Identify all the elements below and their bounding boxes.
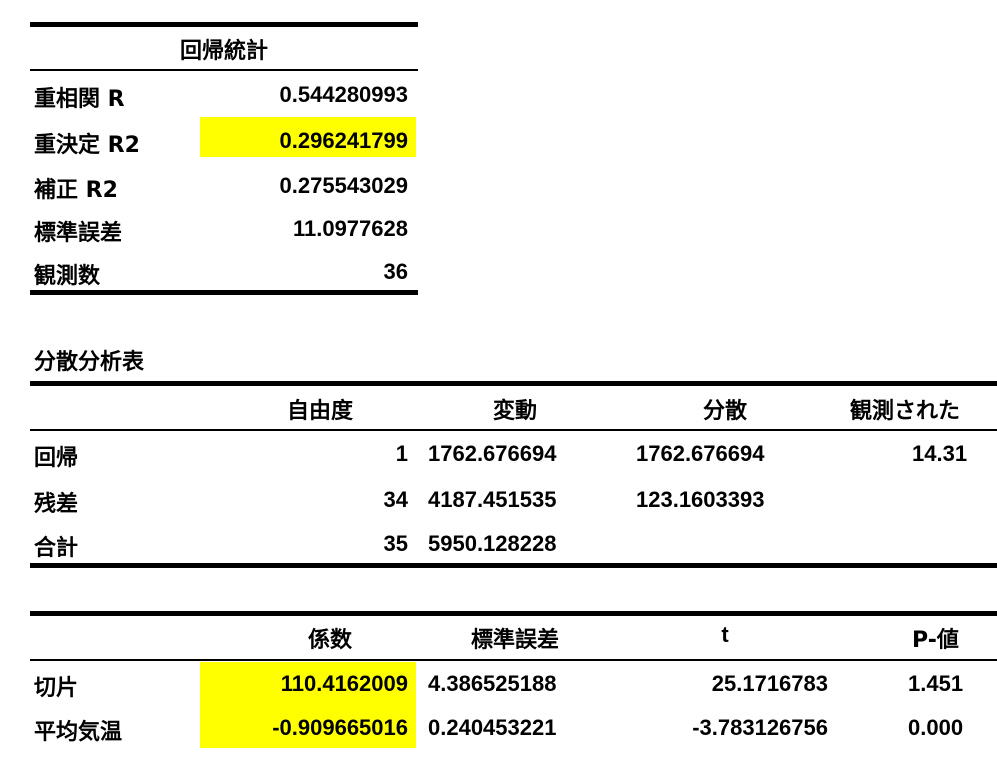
regression-stats-title: 回帰統計 bbox=[179, 39, 268, 64]
anova-header-ms: 分散 bbox=[702, 399, 747, 424]
anova-cell-ms: 1762.676694 bbox=[636, 441, 765, 466]
stat-label-r-squared: 重決定 R2 bbox=[34, 133, 140, 158]
anova-header-f: 観測された bbox=[850, 399, 961, 424]
bottom-rule bbox=[30, 290, 418, 295]
anova-section-title: 分散分析表 bbox=[34, 350, 145, 375]
coef-row-label-mean-temp: 平均気温 bbox=[34, 720, 123, 745]
stat-label-standard-error: 標準誤差 bbox=[34, 221, 123, 246]
coef-cell-t: -3.783126756 bbox=[692, 715, 828, 740]
coef-cell-standard-error: 0.240453221 bbox=[428, 715, 557, 740]
stat-value-r-squared: 0.296241799 bbox=[279, 128, 408, 153]
stat-label-adjusted-r2: 補正 R2 bbox=[34, 178, 118, 203]
stat-label-multiple-r: 重相関 R bbox=[34, 87, 125, 112]
header-rule bbox=[30, 69, 418, 71]
anova-header-ss: 変動 bbox=[492, 399, 537, 424]
top-rule bbox=[30, 22, 418, 27]
coef-header-coefficient: 係数 bbox=[307, 628, 352, 653]
coef-top-rule bbox=[30, 611, 997, 616]
coef-cell-coefficient: -0.909665016 bbox=[272, 715, 408, 740]
stat-value-adjusted-r2: 0.275543029 bbox=[279, 173, 408, 198]
anova-row-label-regression: 回帰 bbox=[34, 446, 79, 471]
coef-cell-t: 25.1716783 bbox=[711, 671, 828, 696]
coef-header-t: t bbox=[721, 622, 729, 647]
anova-cell-df: 35 bbox=[383, 531, 408, 556]
anova-bottom-rule bbox=[30, 563, 997, 568]
stat-value-observations: 36 bbox=[383, 259, 408, 284]
coef-cell-coefficient: 110.4162009 bbox=[280, 671, 408, 696]
coef-cell-p-value: 0.000 bbox=[908, 715, 964, 740]
anova-row-label-total: 合計 bbox=[34, 536, 79, 561]
coef-header-p-value: P-値 bbox=[912, 628, 959, 653]
anova-header-rule bbox=[30, 429, 997, 431]
anova-cell-df: 1 bbox=[395, 441, 408, 466]
coef-cell-p-value: 1.451 bbox=[908, 671, 964, 696]
anova-cell-ms: 123.1603393 bbox=[636, 487, 765, 512]
coef-row-label-intercept: 切片 bbox=[34, 676, 79, 701]
anova-cell-ss: 5950.128228 bbox=[428, 531, 557, 556]
anova-cell-f: 14.31 bbox=[912, 441, 968, 466]
anova-header-df: 自由度 bbox=[286, 399, 353, 424]
anova-top-rule bbox=[30, 381, 997, 386]
stat-value-standard-error: 11.0977628 bbox=[292, 216, 408, 241]
stat-value-multiple-r: 0.544280993 bbox=[279, 82, 408, 107]
anova-cell-df: 34 bbox=[383, 487, 408, 512]
anova-cell-ss: 4187.451535 bbox=[428, 487, 557, 512]
anova-cell-ss: 1762.676694 bbox=[428, 441, 557, 466]
coef-header-standard-error: 標準誤差 bbox=[470, 628, 559, 653]
coef-header-rule bbox=[30, 659, 997, 661]
anova-row-label-residual: 残差 bbox=[34, 492, 79, 517]
stat-label-observations: 観測数 bbox=[34, 264, 101, 289]
coef-cell-standard-error: 4.386525188 bbox=[428, 671, 557, 696]
